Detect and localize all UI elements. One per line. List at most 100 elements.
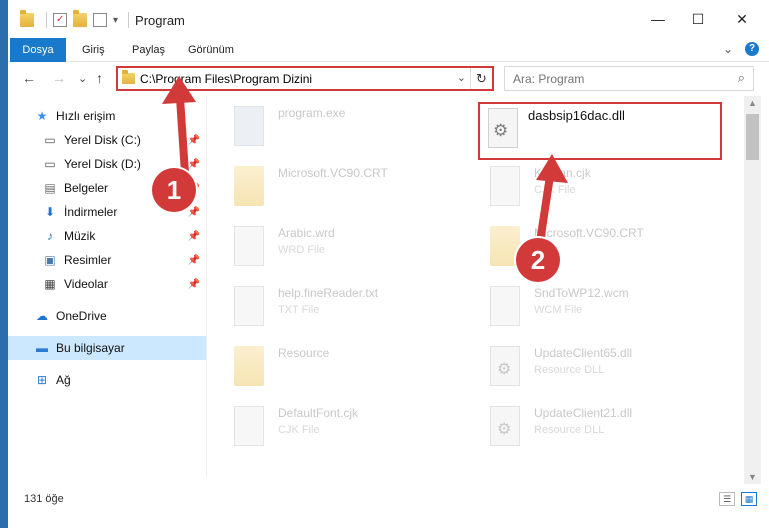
sidebar-item-label: Bu bilgisayar (56, 341, 125, 355)
document-icon (490, 286, 520, 326)
gear-icon: ⚙ (493, 121, 509, 140)
documents-icon: ▤ (44, 181, 56, 195)
sidebar-item-videos[interactable]: ▦ Videolar 📌 (8, 272, 206, 296)
dll-file-icon: ⚙ (490, 346, 520, 386)
folder-icon (122, 70, 135, 84)
address-path[interactable]: C:\Program Files\Program Dizini (140, 72, 312, 86)
file-type: TXT File (278, 304, 320, 316)
tab-view[interactable]: Görünüm (178, 38, 244, 62)
back-button[interactable]: ← (22, 70, 36, 86)
gear-icon: ⚙ (497, 421, 512, 438)
toolbar-dropdown-icon[interactable]: ▾ (113, 15, 118, 26)
pin-icon[interactable]: 📌 (188, 231, 200, 242)
new-folder-icon[interactable] (73, 10, 87, 27)
file-name: dasbsip16dac.dll (528, 108, 625, 123)
star-icon: ★ (36, 109, 48, 123)
file-name: SndToWP12.wcm (534, 286, 629, 300)
pin-icon[interactable]: 📌 (188, 207, 200, 218)
file-item[interactable]: SndToWP12.wcm WCM File (470, 282, 710, 332)
scrollbar-thumb[interactable] (746, 114, 759, 160)
gear-icon: ⚙ (497, 361, 512, 378)
details-view-icon[interactable]: ☰ (719, 492, 735, 506)
exe-file-icon (234, 106, 264, 146)
file-type: Resource DLL (534, 364, 605, 376)
file-type: CJK File (534, 184, 576, 196)
file-item[interactable]: ⚙ UpdateClient65.dll Resource DLL (470, 342, 710, 392)
sidebar-item-label: Hızlı erişim (56, 109, 116, 123)
file-item[interactable]: Korean.cjk CJK File (470, 162, 710, 212)
minimize-button[interactable]: — (638, 6, 678, 32)
properties-icon[interactable]: ✓ (53, 13, 67, 27)
window-title: Program (135, 12, 185, 28)
scroll-down-icon[interactable]: ▼ (748, 472, 757, 482)
navigation-pane: ★ Hızlı erişim ▭ Yerel Disk (C:) 📌 ▭ Yer… (8, 96, 206, 476)
file-item[interactable]: Microsoft.VC90.CRT (470, 222, 710, 272)
file-name: UpdateClient65.dll (534, 346, 633, 360)
sidebar-item-label: İndirmeler (64, 205, 118, 219)
customize-toolbar-icon[interactable] (93, 13, 107, 27)
sidebar-item-label: Belgeler (64, 181, 109, 195)
item-count: 131 öğe (24, 493, 64, 505)
help-icon[interactable]: ? (745, 42, 759, 56)
sidebar-item-label: OneDrive (56, 309, 107, 323)
sidebar-item-this-pc[interactable]: ▬ Bu bilgisayar (8, 336, 206, 360)
pin-icon[interactable]: 📌 (188, 159, 200, 170)
file-item[interactable]: ⚙ UpdateClient21.dll Resource DLL (470, 402, 710, 452)
vertical-scrollbar[interactable]: ▲ ▼ (744, 96, 761, 484)
pane-divider[interactable] (206, 96, 207, 476)
file-type: WCM File (534, 304, 583, 316)
highlighted-dll-file[interactable]: ⚙ dasbsip16dac.dll (478, 102, 722, 160)
search-box[interactable]: ⌕ (504, 66, 754, 91)
maximize-button[interactable]: ☐ (678, 6, 718, 32)
address-row: ← → ⌄ ↑ C:\Program Files\Program Dizini … (8, 62, 769, 96)
sidebar-item-local-disk-c[interactable]: ▭ Yerel Disk (C:) 📌 (8, 128, 206, 152)
document-icon (234, 286, 264, 326)
close-button[interactable]: ✕ (722, 6, 762, 32)
sidebar-item-network[interactable]: ⊞ Ağ (8, 368, 206, 392)
tab-home[interactable]: Giriş (72, 38, 115, 62)
tab-share[interactable]: Paylaş (122, 38, 175, 62)
forward-button[interactable]: → (52, 70, 66, 86)
sidebar-item-onedrive[interactable]: ☁ OneDrive (8, 304, 206, 328)
file-name: Microsoft.VC90.CRT (534, 226, 644, 240)
file-item[interactable]: DefaultFont.cjk CJK File (214, 402, 454, 452)
file-item[interactable]: Arabic.wrd WRD File (214, 222, 454, 272)
recent-locations-button[interactable]: ⌄ (78, 72, 87, 85)
expand-ribbon-icon[interactable]: ⌄ (723, 42, 733, 56)
download-icon: ⬇ (44, 205, 56, 219)
drive-icon: ▭ (44, 133, 56, 147)
address-dropdown-icon[interactable]: ⌄ (457, 71, 466, 84)
sidebar-item-music[interactable]: ♪ Müzik 📌 (8, 224, 206, 248)
file-type: CJK File (278, 424, 320, 436)
pin-icon[interactable]: 📌 (188, 279, 200, 290)
sidebar-item-label: Ağ (56, 373, 71, 387)
file-type: WRD File (278, 244, 326, 256)
dll-file-icon: ⚙ (488, 108, 518, 148)
tiles-view-icon[interactable]: ▦ (741, 492, 757, 506)
file-name: Korean.cjk (534, 166, 591, 180)
file-item[interactable]: program.exe (214, 102, 454, 152)
status-bar: 131 öğe ☰ ▦ (8, 486, 769, 514)
folder-icon (234, 346, 264, 386)
refresh-button[interactable]: ↻ (470, 68, 492, 89)
file-item[interactable]: Microsoft.VC90.CRT (214, 162, 454, 212)
address-bar[interactable]: C:\Program Files\Program Dizini ⌄ ↻ (116, 66, 494, 91)
file-item[interactable]: Resource (214, 342, 454, 392)
file-name: UpdateClient21.dll (534, 406, 633, 420)
separator (46, 12, 47, 28)
scroll-up-icon[interactable]: ▲ (748, 98, 757, 108)
network-icon: ⊞ (36, 373, 48, 387)
pin-icon[interactable]: 📌 (188, 135, 200, 146)
document-icon (234, 406, 264, 446)
quick-access-toolbar: ✓ ▾ Program (20, 10, 185, 30)
separator (128, 12, 130, 28)
pin-icon[interactable]: 📌 (188, 255, 200, 266)
sidebar-item-pictures[interactable]: ▣ Resimler 📌 (8, 248, 206, 272)
search-input[interactable] (513, 68, 723, 89)
sidebar-item-quick-access[interactable]: ★ Hızlı erişim (8, 104, 206, 128)
up-button[interactable]: ↑ (96, 70, 103, 86)
sidebar-item-label: Yerel Disk (C:) (64, 133, 141, 147)
document-icon (490, 166, 520, 206)
file-item[interactable]: help.fineReader.txt TXT File (214, 282, 454, 332)
file-name: help.fineReader.txt (278, 286, 379, 300)
